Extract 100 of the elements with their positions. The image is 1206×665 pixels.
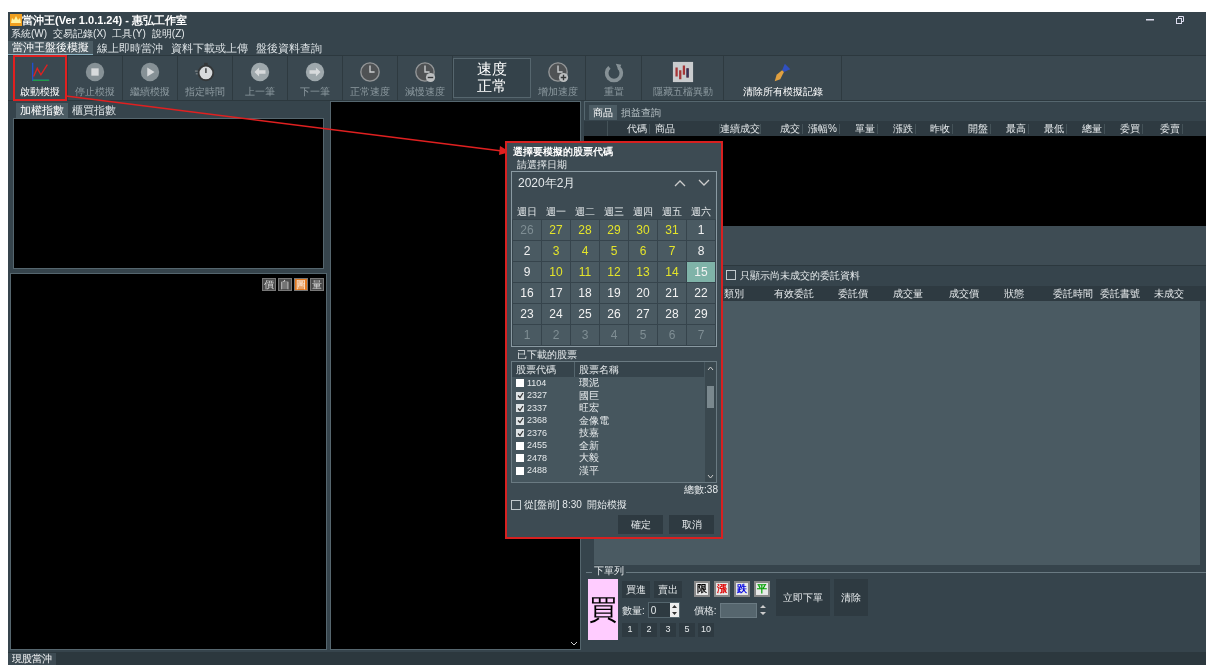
spin-arrows-icon[interactable]: [758, 603, 767, 617]
checkbox[interactable]: [516, 404, 524, 413]
calendar-day[interactable]: 9: [513, 262, 541, 282]
restore-icon[interactable]: [1176, 16, 1184, 24]
menu-item[interactable]: 工具(Y): [109, 29, 149, 39]
calendar-day[interactable]: 5: [600, 241, 628, 261]
calendar-day[interactable]: 16: [513, 283, 541, 303]
calendar-day[interactable]: 27: [542, 220, 570, 240]
tab[interactable]: 損益查詢: [617, 105, 665, 120]
calendar-day[interactable]: 25: [571, 304, 599, 324]
stock-name: 漢平: [579, 465, 599, 476]
price-type-button[interactable]: 跌: [734, 581, 750, 597]
order-button[interactable]: 立即下單: [776, 579, 830, 616]
calendar-day[interactable]: 13: [629, 262, 657, 282]
spin-arrows-icon[interactable]: [669, 603, 679, 617]
scroll-down-icon[interactable]: [570, 641, 578, 647]
chevron-down-icon[interactable]: [698, 178, 710, 187]
weekday-label: 週三: [603, 205, 625, 218]
stock-code: 2376: [527, 428, 549, 438]
calendar-day[interactable]: 22: [687, 283, 715, 303]
column-header: 成交量: [892, 288, 924, 299]
quick-quantity-button[interactable]: 5: [679, 622, 695, 637]
calendar-day[interactable]: 2: [513, 241, 541, 261]
price-type-button[interactable]: 限: [694, 581, 710, 597]
checkbox[interactable]: [516, 391, 524, 400]
quick-quantity-button[interactable]: 3: [660, 622, 676, 637]
calendar-day[interactable]: 14: [658, 262, 686, 282]
highlight-box: [13, 55, 67, 101]
quantity-label: 數量:: [622, 603, 645, 618]
quick-quantity-button[interactable]: 1: [622, 622, 638, 637]
calendar-day[interactable]: 3: [542, 241, 570, 261]
calendar-day[interactable]: 28: [658, 304, 686, 324]
calendar-day[interactable]: 19: [600, 283, 628, 303]
calendar-day[interactable]: 8: [687, 241, 715, 261]
calendar-day[interactable]: 11: [571, 262, 599, 282]
dialog-title: 選擇要模擬的股票代碼: [512, 145, 614, 157]
tab[interactable]: 線上即時當沖: [93, 41, 167, 55]
calendar-day[interactable]: 21: [658, 283, 686, 303]
column-header: 昨收: [916, 123, 953, 134]
column-header: 委託價: [837, 288, 869, 299]
toolbar-button[interactable]: 清除所有模擬記錄: [724, 56, 842, 100]
stock-code: 2368: [527, 416, 549, 426]
chart-mode-button[interactable]: 量: [310, 278, 324, 291]
calendar-day[interactable]: 29: [600, 220, 628, 240]
calendar-day[interactable]: 12: [600, 262, 628, 282]
dialog-button[interactable]: 取消: [669, 515, 714, 534]
chevron-up-icon[interactable]: [674, 178, 686, 187]
calendar-day[interactable]: 10: [542, 262, 570, 282]
calendar-day[interactable]: 18: [571, 283, 599, 303]
tab[interactable]: 櫃買指數: [68, 103, 120, 118]
window-title: 當沖王(Ver 1.0.1.24) - 惠弘工作室: [22, 12, 188, 28]
calendar-day[interactable]: 28: [571, 220, 599, 240]
order-action-button[interactable]: 賣出: [654, 580, 682, 598]
menu-item[interactable]: 交易記錄(X): [50, 29, 110, 39]
tab[interactable]: 盤後資料查詢: [252, 41, 326, 55]
dialog-button[interactable]: 確定: [618, 515, 663, 534]
scrollbar-thumb[interactable]: [707, 386, 714, 408]
calendar-day[interactable]: 1: [687, 220, 715, 240]
chart-mode-button[interactable]: 自: [278, 278, 292, 291]
quick-quantity-button[interactable]: 2: [641, 622, 657, 637]
column-header: 連續成交: [720, 123, 761, 134]
calendar-day[interactable]: 30: [629, 220, 657, 240]
chart-mode-button[interactable]: 價: [262, 278, 276, 291]
calendar-day[interactable]: 7: [658, 241, 686, 261]
calendar-day[interactable]: 20: [629, 283, 657, 303]
calendar-day[interactable]: 6: [629, 241, 657, 261]
crown-icon: [10, 14, 22, 26]
order-action-button[interactable]: 買進: [622, 580, 650, 598]
tab[interactable]: 現股當沖: [8, 653, 56, 665]
calendar-day[interactable]: 26: [600, 304, 628, 324]
quantity-spinner[interactable]: 0: [647, 602, 680, 618]
checkbox[interactable]: [516, 416, 524, 425]
tab[interactable]: 當沖王盤後模擬: [8, 41, 93, 55]
checkbox[interactable]: [516, 379, 524, 388]
checkbox-label: 只顯示尚未成交的委託資料: [740, 268, 860, 283]
calendar-day[interactable]: 4: [571, 241, 599, 261]
column-header: 漲幅%: [803, 123, 840, 134]
calendar-day[interactable]: 24: [542, 304, 570, 324]
scrollbar[interactable]: [705, 362, 716, 482]
toolbar-button[interactable]: 啟動模擬: [13, 56, 68, 100]
checkbox[interactable]: [516, 429, 524, 438]
stock-name: 國巨: [579, 390, 599, 401]
scroll-up-icon[interactable]: [705, 364, 716, 372]
calendar-day[interactable]: 27: [629, 304, 657, 324]
price-type-button[interactable]: 漲: [714, 581, 730, 597]
menu-item[interactable]: 說明(Z): [148, 29, 188, 39]
tab[interactable]: 資料下載或上傳: [167, 41, 252, 55]
tab[interactable]: 加權指數: [16, 103, 68, 118]
checkbox[interactable]: [516, 454, 524, 463]
calendar-day[interactable]: 23: [513, 304, 541, 324]
calendar-day[interactable]: 17: [542, 283, 570, 303]
order-button[interactable]: 清除: [834, 579, 868, 616]
menu-item[interactable]: 系統(W): [8, 29, 51, 39]
checkbox[interactable]: [516, 441, 524, 450]
tab[interactable]: 商品: [589, 105, 617, 120]
calendar-day[interactable]: 29: [687, 304, 715, 324]
price-field[interactable]: [719, 602, 757, 618]
calendar-day[interactable]: 31: [658, 220, 686, 240]
checkbox[interactable]: [516, 466, 524, 475]
quick-quantity-button[interactable]: 10: [698, 622, 714, 637]
